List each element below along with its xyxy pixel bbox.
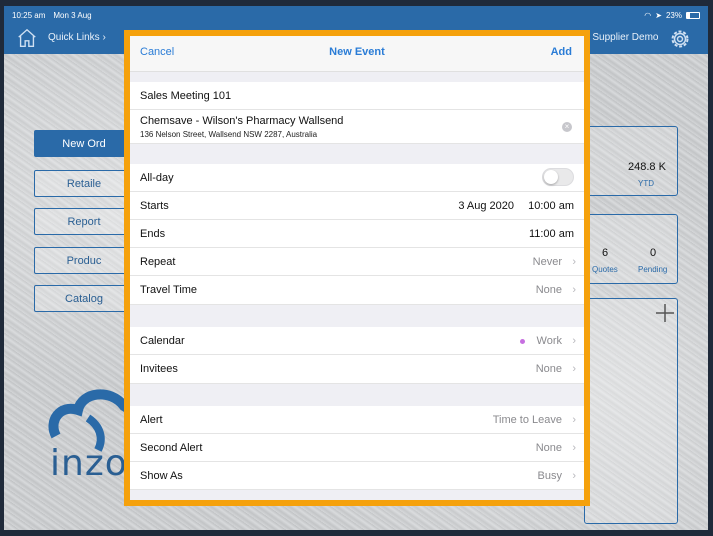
status-bar: 10:25 am Mon 3 Aug ◠ ➤ 23% <box>4 6 708 24</box>
all-day-toggle[interactable] <box>542 168 574 186</box>
location-field[interactable]: Chemsave - Wilson's Pharmacy Wallsend 13… <box>130 110 584 144</box>
new-order-button[interactable]: New Ord <box>34 130 134 157</box>
second-alert-value: None <box>535 442 562 454</box>
toggle-knob <box>544 170 558 184</box>
chevron-right-icon: › <box>572 414 576 426</box>
all-day-row: All-day <box>130 164 584 192</box>
home-icon[interactable] <box>16 27 38 49</box>
starts-time[interactable]: 10:00 am <box>528 200 574 212</box>
chevron-right-icon: › <box>572 470 576 482</box>
reports-button[interactable]: Report <box>34 208 134 235</box>
plus-icon[interactable] <box>654 302 676 324</box>
battery-icon <box>686 11 700 19</box>
retailers-button[interactable]: Retaile <box>34 170 134 197</box>
travel-time-label: Travel Time <box>140 284 198 296</box>
status-time: 10:25 am <box>12 10 46 20</box>
modal-header: Cancel New Event Add <box>130 36 584 72</box>
event-title-field[interactable]: Sales Meeting 101 <box>130 82 584 110</box>
section-gap <box>130 72 584 82</box>
repeat-value: Never <box>532 256 562 268</box>
alert-row[interactable]: Alert Time to Leave › <box>130 406 584 434</box>
section-gap <box>130 305 584 327</box>
quotes-label[interactable]: Quotes <box>592 265 618 274</box>
show-as-label: Show As <box>140 470 183 482</box>
battery-percent: 23% <box>665 10 682 20</box>
chevron-right-icon: › <box>572 442 576 454</box>
second-alert-row[interactable]: Second Alert None › <box>130 434 584 462</box>
status-date: Mon 3 Aug <box>53 10 92 20</box>
ends-label: Ends <box>140 228 166 240</box>
add-button[interactable]: Add <box>551 46 572 58</box>
show-as-row[interactable]: Show As Busy › <box>130 462 584 490</box>
show-as-value: Busy <box>537 470 562 482</box>
supplier-name: e Supplier Demo <box>584 32 659 43</box>
logo-text: inzo <box>50 443 128 484</box>
travel-time-value: None <box>535 284 562 296</box>
calendar-label: Calendar <box>140 335 185 347</box>
chevron-right-icon: › <box>572 284 576 296</box>
location-icon: ➤ <box>655 10 662 20</box>
travel-time-row[interactable]: Travel Time None › <box>130 276 584 305</box>
catalog-button[interactable]: Catalog <box>34 285 134 312</box>
ytd-value: 248.8 K <box>628 161 666 173</box>
gear-icon[interactable] <box>668 27 692 51</box>
wifi-icon: ◠ <box>644 10 652 20</box>
modal-title: New Event <box>329 46 385 58</box>
calendar-row[interactable]: Calendar Work › <box>130 327 584 355</box>
starts-label: Starts <box>140 200 169 212</box>
clear-icon[interactable]: × <box>562 122 572 132</box>
calendar-value: Work <box>536 335 562 347</box>
calendar-color-dot <box>520 339 525 344</box>
location-address: 136 Nelson Street, Wallsend NSW 2287, Au… <box>140 130 318 139</box>
invitees-label: Invitees <box>140 363 178 375</box>
section-gap <box>130 144 584 164</box>
all-day-label: All-day <box>140 172 174 184</box>
pending-label[interactable]: Pending <box>638 265 667 274</box>
section-gap <box>130 384 584 406</box>
alert-value: Time to Leave <box>492 414 562 426</box>
invitees-value: None <box>535 363 562 375</box>
alert-label: Alert <box>140 414 163 426</box>
event-title-text: Sales Meeting 101 <box>140 90 232 102</box>
chevron-right-icon: › <box>572 363 576 375</box>
status-right: ◠ ➤ 23% <box>644 11 700 20</box>
ytd-label: YTD <box>638 179 654 188</box>
pending-value[interactable]: 0 <box>650 247 656 259</box>
quotes-value[interactable]: 6 <box>602 247 608 259</box>
new-event-modal: Cancel New Event Add Sales Meeting 101 C… <box>124 30 590 506</box>
ends-time[interactable]: 11:00 am <box>529 228 574 240</box>
starts-date[interactable]: 3 Aug 2020 <box>458 200 514 212</box>
products-button[interactable]: Produc <box>34 247 134 274</box>
invitees-row[interactable]: Invitees None › <box>130 355 584 384</box>
starts-row[interactable]: Starts 3 Aug 2020 10:00 am <box>130 192 584 220</box>
repeat-row[interactable]: Repeat Never › <box>130 248 584 276</box>
ends-row[interactable]: Ends 11:00 am <box>130 220 584 248</box>
chevron-right-icon: › <box>572 256 576 268</box>
repeat-label: Repeat <box>140 256 176 268</box>
second-alert-label: Second Alert <box>140 442 203 454</box>
section-gap <box>130 490 584 500</box>
chevron-right-icon: › <box>572 335 576 347</box>
quick-links-link[interactable]: Quick Links › <box>48 32 106 43</box>
location-name: Chemsave - Wilson's Pharmacy Wallsend <box>140 115 344 127</box>
events-panel <box>584 298 678 524</box>
